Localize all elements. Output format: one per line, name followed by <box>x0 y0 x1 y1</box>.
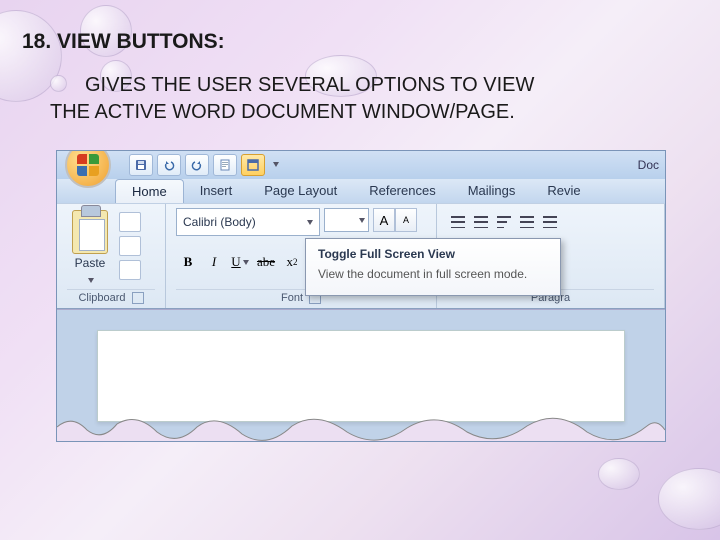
x-sub: 2 <box>293 257 298 267</box>
title-bar: Doc <box>57 151 665 179</box>
underline-button[interactable]: U <box>228 250 252 274</box>
italic-button[interactable]: I <box>202 250 226 274</box>
bold-button[interactable]: B <box>176 250 200 274</box>
undo-icon <box>163 159 175 171</box>
tab-review[interactable]: Revie <box>531 179 596 203</box>
indent-icon <box>543 216 557 228</box>
qat-view-button[interactable] <box>213 154 237 176</box>
word-screenshot: Doc Home Insert Page Layout References M… <box>56 150 666 442</box>
grow-font-button[interactable]: A <box>373 208 395 232</box>
chevron-down-icon <box>243 260 249 265</box>
font-name-value: Calibri (Body) <box>183 215 256 229</box>
paste-icon <box>72 210 108 254</box>
slide-body-text: GIVES THE USER SEVERAL OPTIONS TO VIEW T… <box>50 72 680 126</box>
group-label-font: Font <box>281 292 303 304</box>
torn-edge-decoration <box>57 412 665 442</box>
multilevel-button[interactable] <box>493 212 515 232</box>
ribbon: Paste Clipboard Calibri (Body) <box>57 203 665 309</box>
underline-u: U <box>231 254 240 270</box>
office-logo-icon <box>77 154 99 176</box>
copy-button[interactable] <box>119 236 141 256</box>
tab-mailings[interactable]: Mailings <box>452 179 532 203</box>
water-drop-decoration <box>598 458 640 490</box>
qat-undo-button[interactable] <box>157 154 181 176</box>
indent-icon <box>520 216 534 228</box>
font-name-combo[interactable]: Calibri (Body) <box>176 208 320 236</box>
format-painter-button[interactable] <box>119 260 141 280</box>
chevron-down-icon <box>307 220 313 225</box>
qat-customize-button[interactable] <box>269 154 281 174</box>
strike-button[interactable]: abe <box>254 250 278 274</box>
tab-references[interactable]: References <box>353 179 451 203</box>
tooltip-fullscreen: Toggle Full Screen View View the documen… <box>305 238 561 296</box>
tab-insert[interactable]: Insert <box>184 179 249 203</box>
group-label-clipboard: Clipboard <box>78 292 125 304</box>
increase-indent-button[interactable] <box>539 212 561 232</box>
qat-save-button[interactable] <box>129 154 153 176</box>
shrink-font-button[interactable]: A <box>395 208 417 232</box>
list-icon <box>497 216 511 228</box>
document-page[interactable] <box>97 330 625 422</box>
cut-button[interactable] <box>119 212 141 232</box>
chevron-down-icon <box>273 162 279 167</box>
qat-fullscreen-button[interactable] <box>241 154 265 176</box>
quick-access-toolbar <box>129 154 281 176</box>
slide-body-line2: THE ACTIVE WORD DOCUMENT WINDOW/PAGE. <box>50 99 680 126</box>
bullets-button[interactable] <box>447 212 469 232</box>
document-title: Doc <box>638 158 659 172</box>
paste-label: Paste <box>67 256 113 270</box>
slide-body-line1: GIVES THE USER SEVERAL OPTIONS TO VIEW <box>50 72 680 99</box>
redo-icon <box>191 159 203 171</box>
qat-redo-button[interactable] <box>185 154 209 176</box>
font-size-combo[interactable] <box>324 208 369 232</box>
list-icon <box>451 216 465 228</box>
chevron-down-icon <box>88 278 94 283</box>
slide-title: 18. VIEW BUTTONS: <box>22 30 225 54</box>
grow-a-icon: A <box>380 213 389 228</box>
group-clipboard: Paste Clipboard <box>57 204 166 308</box>
paste-button[interactable]: Paste <box>67 208 113 288</box>
shrink-a-icon: A <box>403 215 409 225</box>
decrease-indent-button[interactable] <box>516 212 538 232</box>
save-icon <box>135 159 147 171</box>
ribbon-tabs: Home Insert Page Layout References Maili… <box>57 179 665 203</box>
list-icon <box>474 216 488 228</box>
page-view-icon <box>219 159 231 171</box>
tab-home[interactable]: Home <box>115 179 184 203</box>
subscript-button[interactable]: x2 <box>280 250 304 274</box>
numbering-button[interactable] <box>470 212 492 232</box>
tooltip-body: View the document in full screen mode. <box>318 267 548 283</box>
fullscreen-icon <box>247 159 259 171</box>
tooltip-title: Toggle Full Screen View <box>318 247 548 261</box>
chevron-down-icon <box>359 218 365 223</box>
dialog-launcher-clipboard[interactable] <box>132 292 144 304</box>
tab-page-layout[interactable]: Page Layout <box>248 179 353 203</box>
water-drop-decoration <box>658 468 720 530</box>
